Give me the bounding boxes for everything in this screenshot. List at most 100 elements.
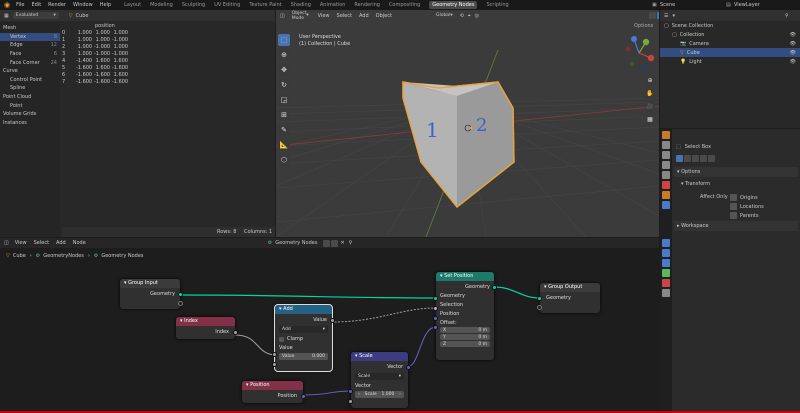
- view-layer-name[interactable]: ViewLayer: [734, 2, 760, 8]
- outliner-editor-icon[interactable]: ☰: [664, 13, 668, 19]
- viewport-menu-add[interactable]: Add: [359, 13, 369, 19]
- options-button[interactable]: Options: [634, 23, 653, 29]
- tab-sculpting[interactable]: Sculpting: [182, 2, 205, 8]
- wireframe-shading-icon[interactable]: [648, 12, 656, 19]
- spreadsheet-tree-item[interactable]: Point: [0, 101, 60, 110]
- visibility-eye-icon[interactable]: 👁: [790, 41, 796, 47]
- tab-scripting[interactable]: Scripting: [486, 2, 508, 8]
- data-tab-icon[interactable]: [662, 269, 670, 277]
- tab-geometry-nodes[interactable]: Geometry Nodes: [429, 1, 478, 9]
- tab-animation[interactable]: Animation: [320, 2, 346, 8]
- view-layer-tab-icon[interactable]: [662, 161, 670, 169]
- checkbox[interactable]: [730, 194, 737, 201]
- visibility-eye-icon[interactable]: 👁: [790, 59, 796, 65]
- tab-uv-editing[interactable]: UV Editing: [214, 2, 240, 8]
- intersect-selection-icon[interactable]: [708, 155, 715, 162]
- set-position-geometry-input-socket[interactable]: [433, 296, 438, 301]
- set-position-offset-socket[interactable]: [433, 325, 438, 330]
- texture-tab-icon[interactable]: [662, 289, 670, 297]
- offset-y-field[interactable]: Y 0 m: [440, 334, 490, 340]
- mode-dropdown[interactable]: Object Mode ▾: [288, 11, 312, 21]
- proportional-icon[interactable]: ◎: [475, 13, 479, 19]
- cursor-tool-icon[interactable]: ⊕: [278, 49, 290, 61]
- spreadsheet-tree-item[interactable]: Control Point: [0, 76, 60, 85]
- move-tool-icon[interactable]: ✥: [278, 64, 290, 76]
- snap-icon[interactable]: ⌖: [468, 13, 471, 19]
- scale-output-socket[interactable]: [406, 365, 411, 370]
- tab-texture-paint[interactable]: Texture Paint: [249, 2, 281, 8]
- outliner-item[interactable]: 💡 Light 👁: [660, 57, 800, 66]
- outliner-item[interactable]: ▢ Collection 👁: [660, 30, 800, 39]
- origins-check-row[interactable]: Origins: [730, 193, 764, 202]
- spreadsheet-tree-item[interactable]: Mesh: [0, 24, 60, 33]
- offset-x-field[interactable]: X 0 m: [440, 327, 490, 333]
- viewport-menu-view[interactable]: View: [318, 13, 330, 19]
- visibility-eye-icon[interactable]: 👁: [790, 50, 796, 56]
- scene-tab-icon[interactable]: [662, 171, 670, 179]
- filter-icon[interactable]: ⚲: [785, 13, 789, 19]
- position-node[interactable]: ▾ Position Position: [242, 381, 306, 403]
- render-tab-icon[interactable]: [662, 141, 670, 149]
- group-input-empty-socket[interactable]: [178, 301, 183, 306]
- spreadsheet-tree-item[interactable]: Point Cloud: [0, 93, 60, 102]
- group-input-node[interactable]: ▾ Group Input Geometry: [120, 279, 183, 309]
- viewport-menu-object[interactable]: Object: [376, 13, 392, 19]
- group-output-geometry-socket[interactable]: [537, 296, 542, 301]
- extend-selection-icon[interactable]: [684, 155, 691, 162]
- checkbox[interactable]: [730, 212, 737, 219]
- modifier-tab-icon[interactable]: [662, 201, 670, 209]
- add-output-socket[interactable]: [330, 318, 335, 323]
- add-input-socket-1[interactable]: [272, 352, 277, 357]
- new-selection-icon[interactable]: [676, 155, 683, 162]
- menu-edit[interactable]: Edit: [31, 2, 41, 8]
- tab-layout[interactable]: Layout: [124, 2, 141, 8]
- spreadsheet-tree-item[interactable]: Face 6: [0, 50, 60, 59]
- position-output-socket[interactable]: [301, 394, 306, 399]
- particles-tab-icon[interactable]: [662, 239, 670, 247]
- checkbox[interactable]: [730, 203, 737, 210]
- set-position-output-socket[interactable]: [492, 285, 497, 290]
- camera-view-icon[interactable]: 🎥: [645, 102, 655, 112]
- pan-icon[interactable]: ✋: [645, 89, 655, 99]
- tab-modeling[interactable]: Modeling: [150, 2, 173, 8]
- scale-vector-node[interactable]: ▾ Scale Vector Scale ▾ Vector ‹ Scale 1.000…: [348, 352, 411, 408]
- spreadsheet-tree-item[interactable]: Edge 12: [0, 41, 60, 50]
- set-position-selection-socket[interactable]: [433, 306, 438, 311]
- evaluated-dropdown[interactable]: Evaluated ▾: [12, 12, 59, 19]
- add-input-socket-2[interactable]: [272, 362, 277, 367]
- viewport-menu-select[interactable]: Select: [337, 13, 352, 19]
- add-cube-tool-icon[interactable]: ⬡: [278, 154, 290, 166]
- pivot-icon[interactable]: ⟲: [460, 13, 464, 19]
- transform-tool-icon[interactable]: ⊞: [278, 109, 290, 121]
- clamp-checkbox[interactable]: [279, 336, 284, 342]
- menu-help[interactable]: Help: [100, 2, 111, 8]
- add-value-field[interactable]: Value 0.000: [279, 353, 328, 360]
- solid-shading-icon[interactable]: [656, 12, 659, 19]
- options-panel[interactable]: ▾ Options: [674, 167, 798, 177]
- parents-check-row[interactable]: Parents: [730, 211, 764, 220]
- visibility-eye-icon[interactable]: 👁: [790, 32, 796, 38]
- orientation-dropdown[interactable]: Global ▾: [432, 12, 456, 19]
- zoom-icon[interactable]: ⊕: [645, 76, 655, 86]
- set-position-node[interactable]: ▾ Set Position Geometry Geometry Selecti…: [433, 272, 497, 360]
- scene-name[interactable]: Scene: [660, 2, 675, 8]
- spreadsheet-tree-item[interactable]: Spline: [0, 84, 60, 93]
- invert-selection-icon[interactable]: [700, 155, 707, 162]
- scale-factor-field[interactable]: ‹ Scale 1.000 ›: [355, 391, 404, 398]
- menu-window[interactable]: Window: [73, 2, 93, 8]
- world-tab-icon[interactable]: [662, 181, 670, 189]
- spreadsheet-tree-item[interactable]: Vertex 8: [0, 32, 60, 42]
- measure-tool-icon[interactable]: 📐: [278, 139, 290, 151]
- transform-subpanel[interactable]: ▾ Transform: [678, 179, 796, 189]
- spreadsheet-tree-item[interactable]: Curve: [0, 67, 60, 76]
- physics-tab-icon[interactable]: [662, 249, 670, 257]
- output-tab-icon[interactable]: [662, 151, 670, 159]
- blender-logo-icon[interactable]: ◉: [4, 1, 10, 9]
- perspective-toggle-icon[interactable]: ▦: [645, 115, 655, 125]
- display-mode-icon[interactable]: ▾: [672, 13, 675, 19]
- viewport-3d[interactable]: 1 2 ◫ Object Mode ▾ View Select Add Objec…: [276, 10, 659, 237]
- node-editor[interactable]: ◫ View Select Add Node ⚙ Geometry Nodes …: [0, 238, 659, 413]
- constraints-tab-icon[interactable]: [662, 259, 670, 267]
- outliner-item[interactable]: 📷 Camera 👁: [660, 39, 800, 48]
- locations-check-row[interactable]: Locations: [730, 202, 764, 211]
